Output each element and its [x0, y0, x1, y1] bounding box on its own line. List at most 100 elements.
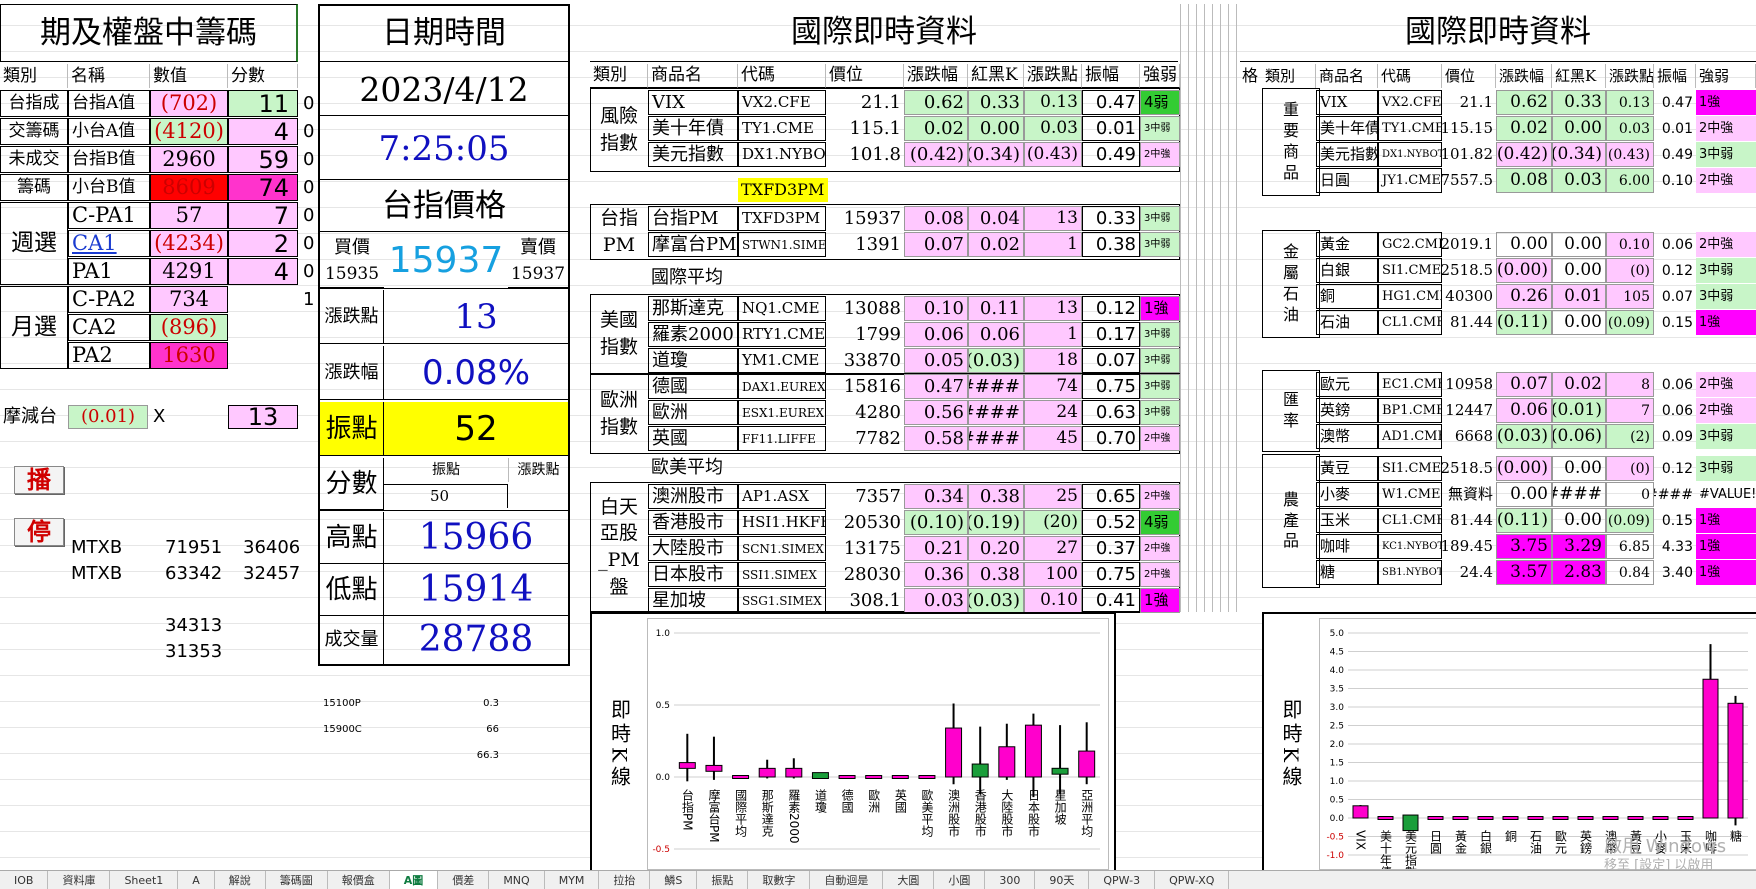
intl2-row-amp: 0.06 — [1661, 236, 1693, 253]
intl-row-price: 7357 — [855, 485, 901, 507]
intl2-group-cat: 金屬石油 — [1282, 242, 1299, 324]
chg-label: 漲跌點 — [320, 290, 384, 344]
sheet-tab[interactable]: 報價盒 — [328, 871, 390, 889]
intl2-group-cat: 匯率 — [1282, 390, 1299, 430]
intl2-row-code: VX2.CFE — [1378, 90, 1442, 115]
candle-body — [1402, 814, 1419, 832]
candle-body — [1452, 816, 1469, 820]
intl2-row-price: 40300 — [1445, 287, 1493, 305]
intl2-row-name: 歐元 — [1316, 372, 1378, 397]
sheet-tab[interactable]: 解說 — [215, 871, 266, 889]
opt-value: 66.3 — [476, 750, 499, 761]
left-row-category: 未成交 — [0, 146, 68, 173]
sheet-tab[interactable]: 價差 — [438, 871, 490, 889]
intl2-row-amp: 0.49 — [1661, 146, 1693, 163]
category-label: 銅 — [1504, 830, 1518, 842]
sheet-tab[interactable]: MNQ — [489, 871, 545, 889]
intl2-row-pts: 6.00 — [1606, 168, 1654, 193]
intl2-row-pts: (0.09) — [1606, 310, 1654, 335]
intl2-row-amp: 3.40 — [1661, 564, 1693, 581]
intl2-row-code: SI1.CME — [1378, 258, 1442, 283]
intl-row-pts: 1 — [1024, 322, 1082, 347]
intl2-row-pct: 0.62 — [1496, 90, 1552, 115]
intl-row-pts: 0.10 — [1024, 588, 1082, 613]
sheet-tab[interactable]: 小圓 — [934, 871, 986, 889]
sheet-tab[interactable]: 資料庫 — [48, 871, 111, 889]
sheet-tab[interactable]: QPW-3 — [1089, 871, 1156, 889]
intl-row-name: 台指PM — [648, 206, 738, 231]
intl2-row-strength: 2中強 — [1696, 232, 1756, 257]
intl2-row-pct: (0.11) — [1496, 310, 1552, 335]
mtx-b: 36406 — [243, 537, 301, 558]
vol-label: 成交量 — [320, 616, 384, 664]
left-row-category: 交籌碼 — [0, 118, 68, 145]
sheet-tab[interactable]: 振點 — [697, 871, 749, 889]
intl-row-pct: 0.05 — [904, 348, 968, 373]
sheet-tab[interactable]: 拉抬 — [599, 871, 651, 889]
intl-row-price: 7782 — [855, 427, 901, 449]
sheet-tab[interactable]: A — [178, 871, 215, 889]
sheet-tab[interactable]: 300 — [985, 871, 1036, 889]
candle-body — [838, 775, 856, 779]
intl2-row-price: 115.15 — [1442, 119, 1493, 137]
category-label: 那斯達克 — [760, 789, 774, 838]
intl2-row-amp: 0.15 — [1661, 512, 1693, 529]
intl2-row-strength: 2中強 — [1696, 116, 1756, 141]
sheet-tab[interactable]: 鱗S — [650, 871, 698, 889]
intl2-row-pct: (0.03) — [1496, 424, 1552, 449]
intl2-row-pts: (0.09) — [1606, 508, 1654, 533]
intl-row-price: 15937 — [843, 207, 901, 229]
sheet-tab[interactable]: 大圓 — [883, 871, 935, 889]
play-button[interactable]: 播 — [14, 466, 64, 494]
sheet-tab[interactable]: A圖 — [389, 871, 439, 889]
candle-body — [1427, 816, 1444, 820]
intl-row-pct: 0.36 — [904, 562, 968, 587]
sheet-tab[interactable]: MYM — [545, 871, 600, 889]
intl-row-price: 1799 — [855, 323, 901, 345]
candle-body — [1577, 816, 1594, 820]
intl2-group-cat: 重要商品 — [1282, 100, 1299, 182]
intl-row-name: 德國 — [648, 374, 738, 399]
sheet-tab[interactable]: 取數字 — [748, 871, 811, 889]
left-row-score: 7 — [228, 202, 298, 229]
left-header-2: 數值 — [150, 64, 228, 88]
mtx-a: 31353 — [165, 641, 223, 662]
chg-value: 13 — [384, 290, 568, 344]
sheet-tab[interactable]: QPW-XQ — [1155, 871, 1230, 889]
mtx-b: 32457 — [243, 563, 301, 584]
sheet-tab[interactable]: 籌碼圖 — [266, 871, 328, 889]
intl2-row-code: W1.CME — [1378, 482, 1442, 507]
intl2-row-pct: 0.26 — [1496, 284, 1552, 309]
high-label: 高點 — [320, 512, 384, 564]
intl2-title: 國際即時資料 — [1240, 4, 1756, 62]
intl-row-strength: 3中弱 — [1140, 116, 1180, 141]
sheet-tab[interactable]: 自動迴是 — [810, 871, 884, 889]
intl-row-amp: 0.47 — [1082, 90, 1140, 115]
intl2-row-amp: 0.01 — [1661, 120, 1693, 137]
intl-row-strength: 3中弱 — [1140, 348, 1180, 373]
left-row-name[interactable]: CA1 — [68, 230, 150, 257]
intl-row-name: 那斯達克 — [648, 296, 738, 321]
intl-row-price: 1391 — [855, 233, 901, 255]
intl-row-strength: 3中弱 — [1140, 322, 1180, 347]
intl-row-code: DAX1.EUREX — [738, 374, 826, 399]
vol-value: 28788 — [418, 619, 534, 660]
opt-value: 0.3 — [483, 698, 499, 709]
sheet-tab[interactable]: Sheet1 — [110, 871, 179, 889]
stop-button[interactable]: 停 — [14, 518, 64, 546]
intl2-row-pts: 0.10 — [1606, 232, 1654, 257]
intl-row-price: 101.8 — [849, 143, 901, 165]
opt-value: 66 — [486, 724, 499, 735]
category-label: 摩富台PM — [707, 788, 721, 843]
intl2-row-price: 10958 — [1445, 375, 1493, 393]
sheet-tab[interactable]: 90天 — [1035, 871, 1090, 889]
intl2-row-price: 21.1 — [1459, 93, 1493, 111]
intl2-row-strength: 1強 — [1696, 534, 1756, 559]
intl-row-pts: 45 — [1024, 426, 1082, 451]
intl-row-pts: 100 — [1024, 562, 1082, 587]
intl-row-strength: 3中弱 — [1140, 374, 1180, 399]
intl2-row-strength: 1強 — [1696, 508, 1756, 533]
y-tick-label: 0.0 — [656, 773, 671, 783]
sheet-tab[interactable]: IOB — [0, 871, 49, 889]
intl-row-k: 0.38 — [968, 562, 1024, 587]
